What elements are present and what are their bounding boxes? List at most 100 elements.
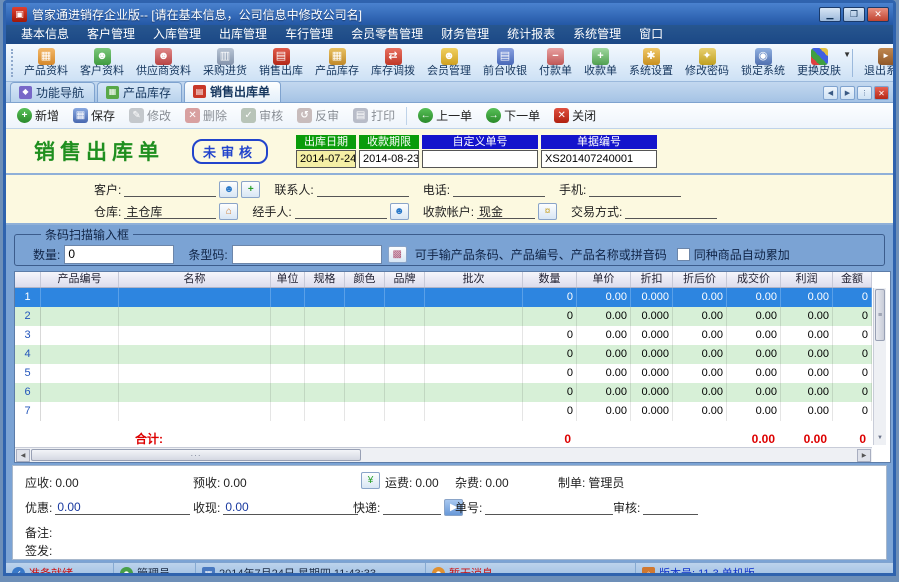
toolbar-stock-transfer-button[interactable]: 库存调拨 <box>365 46 421 80</box>
toolbar-password-button[interactable]: 修改密码 <box>679 46 735 80</box>
toolbar-product-stock-button[interactable]: 产品库存 <box>309 46 365 80</box>
tab-stock[interactable]: 产品库存 <box>97 82 182 102</box>
tab-nav[interactable]: 功能导航 <box>10 82 95 102</box>
toolbar-lock-button[interactable]: 锁定系统 <box>735 46 791 80</box>
grid-col-header-4[interactable]: 颜色 <box>345 272 385 287</box>
menu-item-8[interactable]: 系统管理 <box>564 25 630 44</box>
menu-item-6[interactable]: 财务管理 <box>432 25 498 44</box>
vscroll-thumb[interactable]: ≡ <box>875 289 885 341</box>
grid-horizontal-scrollbar[interactable]: ◀ ··· ▶ <box>15 447 872 462</box>
bill-closebill-button[interactable]: 关闭 <box>547 105 603 126</box>
close-button[interactable]: ✕ <box>867 7 889 22</box>
grid-col-header-12[interactable]: 利润 <box>781 272 833 287</box>
bill-save-button[interactable]: 保存 <box>66 105 122 126</box>
customer-input[interactable] <box>124 181 216 197</box>
menu-item-3[interactable]: 出库管理 <box>210 25 276 44</box>
tab-sales[interactable]: 销售出库单 <box>184 81 281 102</box>
auditor-value[interactable] <box>643 500 698 515</box>
toolbar-receipt-button[interactable]: 收款单 <box>578 46 623 80</box>
menu-item-4[interactable]: 车行管理 <box>276 25 342 44</box>
bill-audit-button[interactable]: 审核 <box>234 105 290 126</box>
grid-col-header-0[interactable]: 产品编号 <box>41 272 119 287</box>
barcode-input[interactable] <box>232 245 382 264</box>
menu-item-7[interactable]: 统计报表 <box>498 25 564 44</box>
express-value[interactable] <box>383 500 441 515</box>
add-customer-icon[interactable]: + <box>241 181 260 198</box>
grid-row-2[interactable]: 200.000.0000.000.000.000 <box>15 307 872 326</box>
grid-col-header-13[interactable]: 金额 <box>833 272 872 287</box>
grid-vertical-scrollbar[interactable]: ≡ ▼ <box>873 288 886 445</box>
custom-bill-no-value[interactable] <box>422 150 538 168</box>
grid-col-header-3[interactable]: 规格 <box>305 272 345 287</box>
menu-item-2[interactable]: 入库管理 <box>144 25 210 44</box>
toolbar-sales-out-button[interactable]: 销售出库 <box>253 46 309 80</box>
bill-next-button[interactable]: 下一单 <box>479 105 547 126</box>
grid-col-header-10[interactable]: 折后价 <box>673 272 727 287</box>
payment-deadline-value[interactable]: 2014-08-23 <box>359 150 419 168</box>
bill-print-button[interactable]: 打印 <box>346 105 402 126</box>
outbound-date-value[interactable]: 2014-07-24 <box>296 150 356 168</box>
phone-input[interactable] <box>453 181 545 197</box>
minimize-button[interactable]: ▁ <box>819 7 841 22</box>
cash-received-value[interactable]: 0.00 <box>223 500 358 515</box>
menu-item-9[interactable]: 窗口 <box>630 25 672 44</box>
grid-col-header-1[interactable]: 名称 <box>119 272 271 287</box>
vscroll-down-icon[interactable]: ▼ <box>875 433 885 444</box>
bill-new-button[interactable]: 新增 <box>10 105 66 126</box>
toolbar-customer-info-button[interactable]: 客户资料 <box>74 46 130 80</box>
grid-col-header-8[interactable]: 单价 <box>577 272 631 287</box>
bill-modify-button[interactable]: 修改 <box>122 105 178 126</box>
tab-scroll-right-button[interactable]: ▶ <box>840 86 855 100</box>
toolbar-supplier-info-button[interactable]: 供应商资料 <box>130 46 197 80</box>
menu-item-0[interactable]: 基本信息 <box>12 25 78 44</box>
pick-customer-icon[interactable]: ☻ <box>219 181 238 198</box>
grid-row-6[interactable]: 600.000.0000.000.000.000 <box>15 383 872 402</box>
mobile-input[interactable] <box>589 181 681 197</box>
hscroll-left-icon[interactable]: ◀ <box>16 449 30 462</box>
pick-account-icon[interactable]: ¤ <box>538 203 557 220</box>
skin-dropdown-icon[interactable]: ▼ <box>843 50 851 59</box>
toolbar-pos-button[interactable]: 前台收银 <box>477 46 533 80</box>
qty-input[interactable] <box>64 245 174 264</box>
toolbar-purchase-in-button[interactable]: 采购进货 <box>197 46 253 80</box>
grid-row-4[interactable]: 400.000.0000.000.000.000 <box>15 345 872 364</box>
toolbar-payment-button[interactable]: 付款单 <box>533 46 578 80</box>
grid-col-header-2[interactable]: 单位 <box>271 272 305 287</box>
menu-item-1[interactable]: 客户管理 <box>78 25 144 44</box>
hscroll-right-icon[interactable]: ▶ <box>857 449 871 462</box>
toolbar-product-info-button[interactable]: 产品资料 <box>18 46 74 80</box>
tab-scroll-left-button[interactable]: ◀ <box>823 86 838 100</box>
maximize-button[interactable]: ❐ <box>843 7 865 22</box>
toolbar-member-button[interactable]: 会员管理 <box>421 46 477 80</box>
toolbar-skin-button[interactable]: 更换皮肤▼ <box>791 46 847 80</box>
grid-col-header-7[interactable]: 数量 <box>523 272 577 287</box>
hscroll-thumb[interactable]: ··· <box>31 449 361 461</box>
grid-col-header-11[interactable]: 成交价 <box>727 272 781 287</box>
auto-accumulate-checkbox[interactable] <box>677 248 690 261</box>
bill-delete-button[interactable]: 删除 <box>178 105 234 126</box>
pick-warehouse-icon[interactable]: ⌂ <box>219 203 238 220</box>
toolbar-settings-button[interactable]: 系统设置 <box>623 46 679 80</box>
menu-item-5[interactable]: 会员零售管理 <box>342 25 432 44</box>
toolbar-exit-button[interactable]: 退出系统 <box>858 46 896 80</box>
contact-input[interactable] <box>317 181 409 197</box>
grid-col-header-5[interactable]: 品牌 <box>385 272 425 287</box>
warehouse-input[interactable]: 主仓库 <box>124 203 216 219</box>
refresh-advance-icon[interactable]: ¥ <box>361 472 380 489</box>
account-input[interactable]: 现金 <box>477 203 535 219</box>
tab-list-button[interactable]: ⋮ <box>857 86 872 100</box>
tab-close-button[interactable]: ✕ <box>874 86 889 100</box>
grid-row-3[interactable]: 300.000.0000.000.000.000 <box>15 326 872 345</box>
grid-col-header-9[interactable]: 折扣 <box>631 272 673 287</box>
bill-prev-button[interactable]: 上一单 <box>411 105 479 126</box>
grid-row-7[interactable]: 700.000.0000.000.000.000 <box>15 402 872 421</box>
grid-row-5[interactable]: 500.000.0000.000.000.000 <box>15 364 872 383</box>
bill-unaudit-button[interactable]: 反审 <box>290 105 346 126</box>
barcode-scan-icon[interactable]: ▩ <box>388 246 407 263</box>
bill-no-value[interactable]: XS201407240001 <box>541 150 657 168</box>
grid-col-header-6[interactable]: 批次 <box>425 272 523 287</box>
pick-handler-icon[interactable]: ☻ <box>390 203 409 220</box>
tracking-no-value[interactable] <box>485 500 613 515</box>
handler-input[interactable] <box>295 203 387 219</box>
discount-value[interactable]: 0.00 <box>55 500 190 515</box>
